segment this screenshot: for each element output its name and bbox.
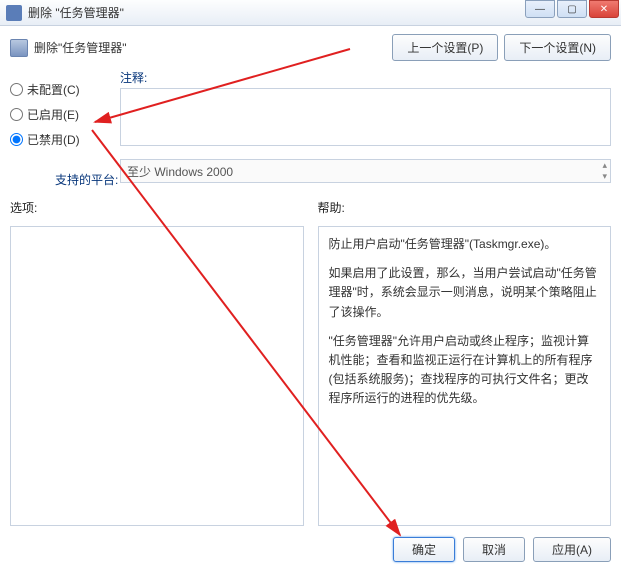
app-icon <box>6 5 22 21</box>
scroll-up-icon[interactable]: ▴ <box>602 160 607 171</box>
radio-not-configured-input[interactable] <box>10 83 23 96</box>
state-radios: 未配置(C) 已启用(E) 已禁用(D) <box>10 69 110 183</box>
comment-label: 注释: <box>120 69 611 86</box>
help-label: 帮助: <box>318 199 612 216</box>
radio-enabled-label: 已启用(E) <box>27 106 79 123</box>
help-p1: 防止用户启动"任务管理器"(Taskmgr.exe)。 <box>329 235 601 254</box>
nav-buttons: 上一个设置(P) 下一个设置(N) <box>392 34 611 61</box>
comment-input[interactable] <box>120 88 611 146</box>
help-panel: 防止用户启动"任务管理器"(Taskmgr.exe)。 如果启用了此设置，那么，… <box>318 226 612 526</box>
next-setting-button[interactable]: 下一个设置(N) <box>504 34 611 61</box>
platform-text: 至少 Windows 2000 <box>127 163 233 180</box>
prev-setting-button[interactable]: 上一个设置(P) <box>392 34 498 61</box>
header-row: 删除"任务管理器" 上一个设置(P) 下一个设置(N) <box>0 26 621 65</box>
radio-enabled[interactable]: 已启用(E) <box>10 106 110 123</box>
radio-enabled-input[interactable] <box>10 108 23 121</box>
platform-box: 至少 Windows 2000 ▴ ▾ <box>120 159 611 183</box>
scroll-down-icon[interactable]: ▾ <box>602 171 607 182</box>
options-panel <box>10 226 304 526</box>
radio-not-configured[interactable]: 未配置(C) <box>10 81 110 98</box>
window-controls: — ▢ ✕ <box>523 0 619 18</box>
close-button[interactable]: ✕ <box>589 0 619 18</box>
mid-labels: 选项: 帮助: <box>0 183 621 226</box>
window-title: 删除 "任务管理器" <box>28 4 124 21</box>
maximize-button[interactable]: ▢ <box>557 0 587 18</box>
options-label: 选项: <box>10 199 304 216</box>
radio-disabled-label: 已禁用(D) <box>27 131 80 148</box>
panels: 防止用户启动"任务管理器"(Taskmgr.exe)。 如果启用了此设置，那么，… <box>0 226 621 526</box>
platform-label: 支持的平台: <box>55 171 118 188</box>
body-grid: 未配置(C) 已启用(E) 已禁用(D) 注释: 支持的平台: 至少 Windo… <box>0 65 621 183</box>
help-text: 防止用户启动"任务管理器"(Taskmgr.exe)。 如果启用了此设置，那么，… <box>329 235 601 409</box>
cancel-button[interactable]: 取消 <box>463 537 525 562</box>
policy-icon <box>10 39 28 57</box>
policy-title: 删除"任务管理器" <box>34 39 127 56</box>
radio-disabled-input[interactable] <box>10 133 23 146</box>
minimize-button[interactable]: — <box>525 0 555 18</box>
apply-button[interactable]: 应用(A) <box>533 537 611 562</box>
ok-button[interactable]: 确定 <box>393 537 455 562</box>
footer-buttons: 确定 取消 应用(A) <box>393 537 611 562</box>
radio-not-configured-label: 未配置(C) <box>27 81 80 98</box>
right-fields: 注释: 支持的平台: 至少 Windows 2000 ▴ ▾ <box>120 69 611 183</box>
help-p2: 如果启用了此设置，那么，当用户尝试启动"任务管理器"时，系统会显示一则消息，说明… <box>329 264 601 322</box>
titlebar: 删除 "任务管理器" — ▢ ✕ <box>0 0 621 26</box>
radio-disabled[interactable]: 已禁用(D) <box>10 131 110 148</box>
help-p3: "任务管理器"允许用户启动或终止程序；监视计算机性能；查看和监视正运行在计算机上… <box>329 332 601 409</box>
